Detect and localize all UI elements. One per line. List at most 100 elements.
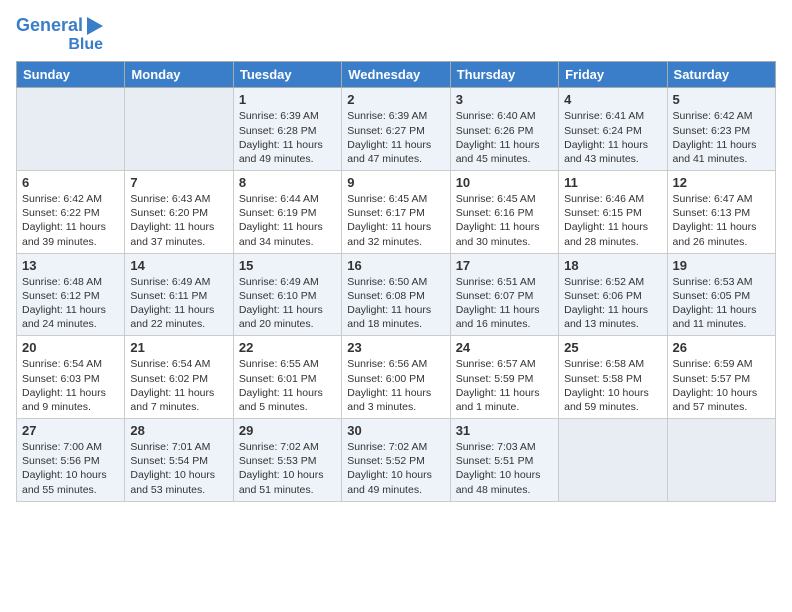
day-info: Sunrise: 6:40 AM Sunset: 6:26 PM Dayligh… — [456, 109, 553, 166]
day-info: Sunrise: 6:50 AM Sunset: 6:08 PM Dayligh… — [347, 275, 444, 332]
day-number: 3 — [456, 92, 553, 107]
calendar-day-cell: 25 Sunrise: 6:58 AM Sunset: 5:58 PM Dayli… — [559, 336, 667, 419]
calendar-header-day: Monday — [125, 62, 233, 88]
calendar-day-cell: 26 Sunrise: 6:59 AM Sunset: 5:57 PM Dayli… — [667, 336, 775, 419]
day-number: 8 — [239, 175, 336, 190]
calendar-day-cell: 20 Sunrise: 6:54 AM Sunset: 6:03 PM Dayli… — [17, 336, 125, 419]
day-number: 26 — [673, 340, 770, 355]
calendar-day-cell: 22Sunrise: 6:55 AM Sunset: 6:01 PM Dayli… — [233, 336, 341, 419]
day-info: Sunrise: 6:54 AM Sunset: 6:03 PM Dayligh… — [22, 357, 119, 414]
calendar-day-cell: 24 Sunrise: 6:57 AM Sunset: 5:59 PM Dayli… — [450, 336, 558, 419]
calendar-day-cell: 4Sunrise: 6:41 AM Sunset: 6:24 PM Daylig… — [559, 88, 667, 171]
logo-arrow-icon — [87, 17, 103, 35]
calendar-table: SundayMondayTuesdayWednesdayThursdayFrid… — [16, 61, 776, 501]
calendar-day-cell: 5 Sunrise: 6:42 AM Sunset: 6:23 PM Daylig… — [667, 88, 775, 171]
calendar-header-day: Friday — [559, 62, 667, 88]
calendar-day-cell: 12Sunrise: 6:47 AM Sunset: 6:13 PM Dayli… — [667, 171, 775, 254]
calendar-day-cell: 23 Sunrise: 6:56 AM Sunset: 6:00 PM Dayli… — [342, 336, 450, 419]
day-info: Sunrise: 7:02 AM Sunset: 5:52 PM Dayligh… — [347, 440, 444, 497]
day-number: 14 — [130, 258, 227, 273]
day-number: 31 — [456, 423, 553, 438]
calendar-header-day: Sunday — [17, 62, 125, 88]
day-number: 12 — [673, 175, 770, 190]
day-number: 9 — [347, 175, 444, 190]
logo-blue-text: Blue — [68, 36, 103, 54]
day-info: Sunrise: 6:39 AM Sunset: 6:27 PM Dayligh… — [347, 109, 444, 166]
day-number: 19 — [673, 258, 770, 273]
day-number: 17 — [456, 258, 553, 273]
calendar-day-cell: 17 Sunrise: 6:51 AM Sunset: 6:07 PM Dayli… — [450, 253, 558, 336]
day-number: 24 — [456, 340, 553, 355]
calendar-header-day: Thursday — [450, 62, 558, 88]
day-number: 16 — [347, 258, 444, 273]
calendar-week-row: 27 Sunrise: 7:00 AM Sunset: 5:56 PM Dayli… — [17, 419, 776, 502]
day-number: 1 — [239, 92, 336, 107]
day-info: Sunrise: 7:00 AM Sunset: 5:56 PM Dayligh… — [22, 440, 119, 497]
page-header: General Blue — [16, 16, 776, 53]
calendar-day-cell: 28 Sunrise: 7:01 AM Sunset: 5:54 PM Dayli… — [125, 419, 233, 502]
calendar-day-cell: 31 Sunrise: 7:03 AM Sunset: 5:51 PM Dayli… — [450, 419, 558, 502]
calendar-day-cell: 2 Sunrise: 6:39 AM Sunset: 6:27 PM Daylig… — [342, 88, 450, 171]
calendar-day-cell: 14 Sunrise: 6:49 AM Sunset: 6:11 PM Dayli… — [125, 253, 233, 336]
day-info: Sunrise: 6:59 AM Sunset: 5:57 PM Dayligh… — [673, 357, 770, 414]
calendar-day-cell: 13 Sunrise: 6:48 AM Sunset: 6:12 PM Dayli… — [17, 253, 125, 336]
day-info: Sunrise: 6:43 AM Sunset: 6:20 PM Dayligh… — [130, 192, 227, 249]
day-info: Sunrise: 6:45 AM Sunset: 6:17 PM Dayligh… — [347, 192, 444, 249]
day-info: Sunrise: 6:56 AM Sunset: 6:00 PM Dayligh… — [347, 357, 444, 414]
day-number: 10 — [456, 175, 553, 190]
day-info: Sunrise: 6:54 AM Sunset: 6:02 PM Dayligh… — [130, 357, 227, 414]
day-info: Sunrise: 6:53 AM Sunset: 6:05 PM Dayligh… — [673, 275, 770, 332]
day-number: 25 — [564, 340, 661, 355]
day-info: Sunrise: 6:49 AM Sunset: 6:10 PM Dayligh… — [239, 275, 336, 332]
calendar-header-row: SundayMondayTuesdayWednesdayThursdayFrid… — [17, 62, 776, 88]
calendar-week-row: 20 Sunrise: 6:54 AM Sunset: 6:03 PM Dayli… — [17, 336, 776, 419]
calendar-day-cell: 21Sunrise: 6:54 AM Sunset: 6:02 PM Dayli… — [125, 336, 233, 419]
calendar-day-cell: 10Sunrise: 6:45 AM Sunset: 6:16 PM Dayli… — [450, 171, 558, 254]
day-number: 18 — [564, 258, 661, 273]
day-info: Sunrise: 7:02 AM Sunset: 5:53 PM Dayligh… — [239, 440, 336, 497]
day-number: 28 — [130, 423, 227, 438]
day-number: 27 — [22, 423, 119, 438]
calendar-header-day: Saturday — [667, 62, 775, 88]
day-info: Sunrise: 7:03 AM Sunset: 5:51 PM Dayligh… — [456, 440, 553, 497]
calendar-day-cell: 11Sunrise: 6:46 AM Sunset: 6:15 PM Dayli… — [559, 171, 667, 254]
day-number: 5 — [673, 92, 770, 107]
day-number: 15 — [239, 258, 336, 273]
calendar-day-cell: 16 Sunrise: 6:50 AM Sunset: 6:08 PM Dayli… — [342, 253, 450, 336]
day-number: 11 — [564, 175, 661, 190]
day-info: Sunrise: 6:52 AM Sunset: 6:06 PM Dayligh… — [564, 275, 661, 332]
logo: General Blue — [16, 16, 103, 53]
calendar-day-cell: 6 Sunrise: 6:42 AM Sunset: 6:22 PM Daylig… — [17, 171, 125, 254]
calendar-day-cell: 19 Sunrise: 6:53 AM Sunset: 6:05 PM Dayli… — [667, 253, 775, 336]
logo-text: General — [16, 16, 83, 36]
day-info: Sunrise: 6:48 AM Sunset: 6:12 PM Dayligh… — [22, 275, 119, 332]
calendar-week-row: 1 Sunrise: 6:39 AM Sunset: 6:28 PM Daylig… — [17, 88, 776, 171]
day-info: Sunrise: 7:01 AM Sunset: 5:54 PM Dayligh… — [130, 440, 227, 497]
day-number: 13 — [22, 258, 119, 273]
day-info: Sunrise: 6:58 AM Sunset: 5:58 PM Dayligh… — [564, 357, 661, 414]
calendar-day-cell: 1 Sunrise: 6:39 AM Sunset: 6:28 PM Daylig… — [233, 88, 341, 171]
day-info: Sunrise: 6:41 AM Sunset: 6:24 PM Dayligh… — [564, 109, 661, 166]
day-info: Sunrise: 6:42 AM Sunset: 6:22 PM Dayligh… — [22, 192, 119, 249]
calendar-day-cell: 30Sunrise: 7:02 AM Sunset: 5:52 PM Dayli… — [342, 419, 450, 502]
calendar-day-cell: 3 Sunrise: 6:40 AM Sunset: 6:26 PM Daylig… — [450, 88, 558, 171]
day-info: Sunrise: 6:39 AM Sunset: 6:28 PM Dayligh… — [239, 109, 336, 166]
day-info: Sunrise: 6:51 AM Sunset: 6:07 PM Dayligh… — [456, 275, 553, 332]
day-info: Sunrise: 6:44 AM Sunset: 6:19 PM Dayligh… — [239, 192, 336, 249]
calendar-day-cell — [17, 88, 125, 171]
day-info: Sunrise: 6:42 AM Sunset: 6:23 PM Dayligh… — [673, 109, 770, 166]
day-number: 22 — [239, 340, 336, 355]
day-number: 23 — [347, 340, 444, 355]
calendar-header-day: Wednesday — [342, 62, 450, 88]
calendar-day-cell — [125, 88, 233, 171]
day-number: 6 — [22, 175, 119, 190]
day-number: 29 — [239, 423, 336, 438]
day-info: Sunrise: 6:49 AM Sunset: 6:11 PM Dayligh… — [130, 275, 227, 332]
calendar-day-cell: 27 Sunrise: 7:00 AM Sunset: 5:56 PM Dayli… — [17, 419, 125, 502]
day-number: 2 — [347, 92, 444, 107]
calendar-day-cell: 18 Sunrise: 6:52 AM Sunset: 6:06 PM Dayli… — [559, 253, 667, 336]
day-number: 7 — [130, 175, 227, 190]
day-number: 20 — [22, 340, 119, 355]
calendar-day-cell: 7 Sunrise: 6:43 AM Sunset: 6:20 PM Daylig… — [125, 171, 233, 254]
day-info: Sunrise: 6:57 AM Sunset: 5:59 PM Dayligh… — [456, 357, 553, 414]
